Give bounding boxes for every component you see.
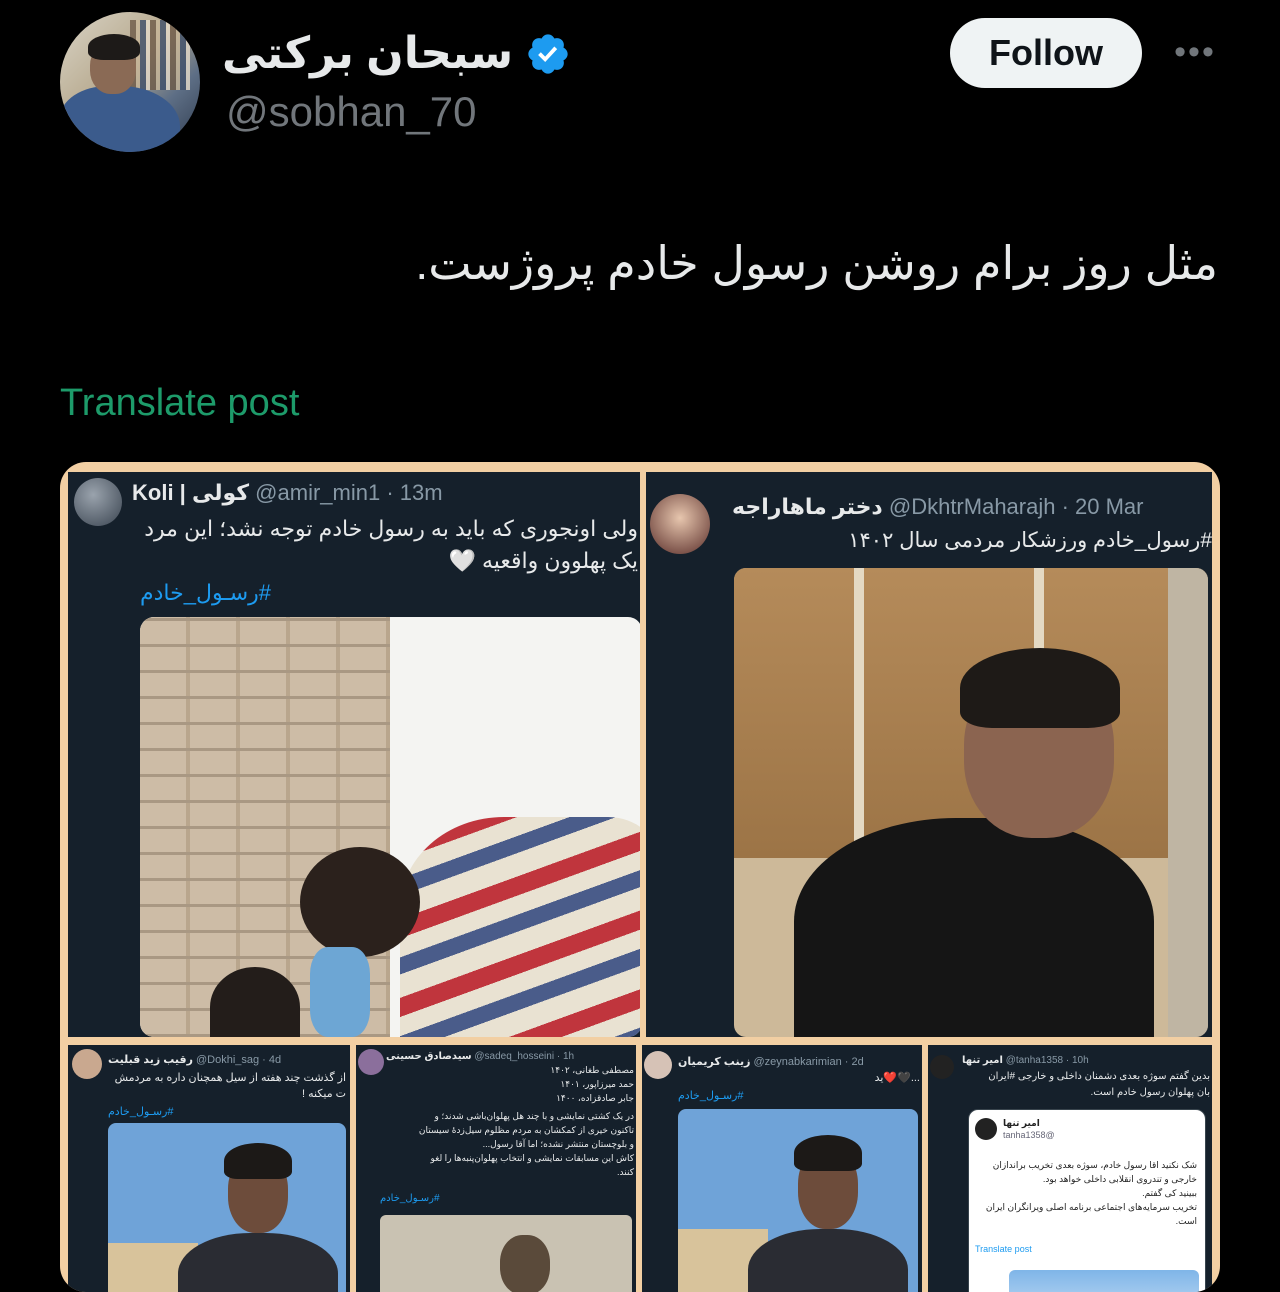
panel3-handle-time: @Dokhi_sag · 4d <box>195 1054 282 1066</box>
striped-shirt <box>400 817 640 1037</box>
panel4-line: جابر صادقزاده، ۱۴۰۰ <box>556 1093 634 1103</box>
panel5-handle-time: @zeynabkarimian · 2d <box>753 1056 864 1068</box>
media-panel-2[interactable]: دختر ماهاراجه @DkhtrMaharajh · 20 Mar #ر… <box>646 472 1212 1037</box>
panel2-avatar <box>650 494 710 554</box>
embed-photo <box>1009 1270 1199 1292</box>
panel6-embedded-tweet: امیر تنها @tanha1358 شک نکنید اقا رسول خ… <box>968 1109 1206 1292</box>
panel4-name: سیدصادق حسینی <box>386 1051 472 1062</box>
panel4-handle-time: @sadeq_hosseini · 1h <box>474 1051 575 1062</box>
panel6-text-line2: بان پهلوان رسول خادم است. <box>1090 1087 1210 1098</box>
panel4-line: و بلوچستان منتشر نشده؛ اما آقا رسول... <box>482 1139 634 1149</box>
box-strap-left <box>854 568 864 868</box>
panel1-hashtag: #رسـول_خادم <box>140 580 272 605</box>
man-hair <box>794 1135 862 1171</box>
panel2-text-line1: #رسول_خادم ورزشکار مردمی سال ۱۴۰۲ <box>848 529 1212 552</box>
avatar-shirt <box>60 86 180 152</box>
panel1-name: Koli | کولی <box>132 480 250 505</box>
sketch-face <box>500 1235 550 1292</box>
panel1-text-line2: یک پهلوون واقعیه 🤍 <box>448 548 638 573</box>
panel4-sketch-image <box>380 1215 632 1292</box>
panel6-avatar <box>930 1055 954 1079</box>
panel5-text-line1: ...🖤❤️ید <box>874 1072 920 1084</box>
panel1-avatar <box>74 478 122 526</box>
embed-name: امیر تنها <box>1003 1118 1040 1128</box>
media-panel-1[interactable]: Koli | کولی @amir_min1 · 13m ولی اونجوری… <box>68 472 640 1037</box>
panel4-header: سیدصادق حسینی @sadeq_hosseini · 1h <box>386 1051 574 1062</box>
embed-line: تخریب سرمایه‌های اجتماعی برنامه اصلی ویر… <box>985 1202 1197 1212</box>
post-media-collage[interactable]: Koli | کولی @amir_min1 · 13m ولی اونجوری… <box>60 462 1220 1292</box>
panel3-name: رقیب زید قبلیت <box>108 1054 193 1066</box>
door-frame <box>1168 568 1208 1037</box>
panel3-text-line1: از گذشت چند هفته از سیل همچنان داره به م… <box>114 1072 346 1084</box>
panel4-hashtag: #رسـول_خادم <box>380 1193 440 1204</box>
panel5-hashtag: #رسـول_خادم <box>678 1090 744 1102</box>
embed-handle: @tanha1358 <box>1003 1130 1055 1140</box>
panel5-avatar <box>644 1051 672 1079</box>
panel6-name: امیر تنها <box>962 1055 1003 1066</box>
panel5-name: زینب کریمیان <box>678 1056 751 1068</box>
panel4-line: کنند. <box>617 1167 634 1177</box>
panel3-header: رقیب زید قبلیت @Dokhi_sag · 4d <box>108 1053 281 1066</box>
man-head <box>300 847 420 957</box>
panel4-line: تاکنون خیری از کمکشان به مردم مظلوم سیل‌… <box>418 1125 634 1135</box>
avatar-bookshelf <box>130 20 190 90</box>
panel5-photo <box>678 1109 918 1292</box>
follow-button[interactable]: Follow <box>950 18 1142 88</box>
media-panel-5[interactable]: زینب کریمیان @zeynabkarimian · 2d ...🖤❤️… <box>642 1045 922 1292</box>
panel4-line: مصطفی طغانی، ۱۴۰۲ <box>550 1065 634 1075</box>
man-body <box>748 1229 908 1292</box>
panel6-text-line1: بدین گفتم سوژه بعدی دشمنان داخلی و خارجی… <box>988 1071 1210 1082</box>
embed-line: ببینید کی گفتم. <box>1142 1188 1197 1198</box>
panel2-photo <box>734 568 1208 1037</box>
embed-line: است. <box>1175 1216 1197 1226</box>
verified-badge-icon <box>528 33 568 74</box>
embed-translate-link: Translate post <box>975 1244 1032 1254</box>
man-body <box>178 1233 338 1292</box>
media-panel-4[interactable]: سیدصادق حسینی @sadeq_hosseini · 1h مصطفی… <box>356 1045 636 1292</box>
panel2-handle-time: @DkhtrMaharajh · 20 Mar <box>888 494 1144 519</box>
embed-avatar <box>975 1118 997 1140</box>
panel1-handle-time: @amir_min1 · 13m <box>255 480 443 505</box>
panel3-text-line2: ت میکنه ! <box>301 1088 346 1100</box>
author-handle[interactable]: @sobhan_70 <box>226 88 477 136</box>
author-display-name[interactable]: سبحان برکتی <box>222 28 513 79</box>
panel6-header: امیر تنها @tanha1358 · 10h <box>962 1055 1089 1066</box>
panel4-avatar <box>358 1049 384 1075</box>
avatar-hair <box>88 34 140 60</box>
more-options-icon[interactable]: ••• <box>1170 28 1220 76</box>
panel4-line: حمد میرزاپور، ۱۴۰۱ <box>560 1079 634 1089</box>
child-figure <box>310 947 370 1037</box>
embed-line: خارجی و تندروی انقلابی داخلی خواهد بود. <box>1042 1174 1197 1184</box>
post-text: مثل روز برام روشن رسول خادم پروژست. <box>415 237 1218 289</box>
panel6-handle-time: @tanha1358 · 10h <box>1005 1055 1089 1066</box>
translate-post-link[interactable]: Translate post <box>60 382 299 425</box>
man-hair <box>960 648 1120 728</box>
author-avatar[interactable] <box>60 12 200 152</box>
panel3-photo <box>108 1123 346 1292</box>
man-hair <box>224 1143 292 1179</box>
man-black-shirt <box>794 818 1154 1037</box>
child-head <box>210 967 300 1037</box>
embed-line: شک نکنید اقا رسول خادم، سوژه بعدی تخریب … <box>992 1160 1197 1170</box>
author-name-row[interactable]: سبحان برکتی <box>222 28 571 79</box>
panel4-line: در یک کشتی نمایشی و با چند هل پهلوان‌باش… <box>434 1111 634 1121</box>
panel2-header: دختر ماهاراجه @DkhtrMaharajh · 20 Mar <box>732 494 1144 520</box>
panel1-text-line1: ولی اونجوری که باید به رسول خادم توجه نش… <box>144 516 638 541</box>
panel2-name: دختر ماهاراجه <box>732 494 883 519</box>
panel5-header: زینب کریمیان @zeynabkarimian · 2d <box>678 1055 864 1068</box>
panel1-photo <box>140 617 640 1037</box>
panel1-header: Koli | کولی @amir_min1 · 13m <box>132 480 443 506</box>
media-panel-3[interactable]: رقیب زید قبلیت @Dokhi_sag · 4d از گذشت چ… <box>68 1045 350 1292</box>
media-panel-6[interactable]: امیر تنها @tanha1358 · 10h بدین گفتم سوژ… <box>928 1045 1212 1292</box>
panel3-avatar <box>72 1049 102 1079</box>
panel3-hashtag: #رسـول_خادم <box>108 1106 174 1118</box>
panel4-line: کاش این مسابقات نمایشی و انتخاب پهلوان‌پ… <box>430 1153 634 1163</box>
